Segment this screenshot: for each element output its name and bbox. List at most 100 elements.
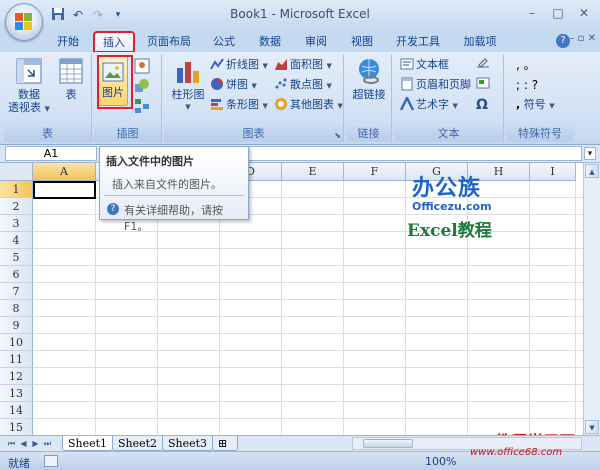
shapes-button[interactable] — [134, 78, 150, 96]
signature-line-button[interactable] — [476, 56, 490, 74]
tab-data[interactable]: 数据 — [250, 32, 290, 52]
other-charts-button[interactable]: 其他图表 ▼ — [274, 96, 343, 114]
scroll-up-icon[interactable]: ▲ — [585, 164, 599, 178]
zoom-level[interactable]: 100% — [425, 455, 456, 468]
row-header-12[interactable]: 12 — [0, 368, 33, 385]
first-sheet-icon[interactable]: ⏮ — [6, 438, 17, 449]
column-header-i[interactable]: I — [530, 163, 576, 181]
gridline-horizontal — [33, 401, 600, 402]
hyperlink-icon — [354, 56, 384, 86]
sheet-tab-1[interactable]: Sheet1 — [62, 436, 114, 451]
minimize-icon[interactable]: – — [520, 4, 544, 22]
object-button[interactable] — [476, 76, 490, 94]
column-header-f[interactable]: F — [344, 163, 406, 181]
wordart-icon — [399, 95, 415, 111]
column-header-a[interactable]: A — [33, 163, 96, 181]
window-title: Book1 - Microsoft Excel — [230, 7, 370, 21]
column-header-e[interactable]: E — [282, 163, 344, 181]
vertical-scrollbar[interactable]: ▲ ▼ — [583, 163, 600, 435]
row-header-13[interactable]: 13 — [0, 385, 33, 402]
tab-home[interactable]: 开始 — [46, 32, 90, 52]
active-cell[interactable] — [33, 181, 96, 199]
tab-review[interactable]: 审阅 — [296, 32, 336, 52]
scroll-down-icon[interactable]: ▼ — [585, 420, 599, 434]
dropdown-caret-icon: ▼ — [251, 82, 257, 90]
line-chart-label: 折线图 — [226, 58, 259, 71]
tab-add-ins[interactable]: 加载项 — [456, 32, 504, 52]
row-header-6[interactable]: 6 — [0, 266, 33, 283]
hyperlink-button[interactable]: 超链接 — [350, 56, 388, 101]
symbol-omega-icon[interactable]: Ω — [476, 96, 488, 114]
tab-formulas[interactable]: 公式 — [204, 32, 244, 52]
sheet-tab-2[interactable]: Sheet2 — [112, 436, 164, 451]
smartart-button[interactable] — [134, 98, 150, 116]
sheet-tab-3[interactable]: Sheet3 — [162, 436, 214, 451]
scatter-chart-button[interactable]: 散点图 ▼ — [274, 76, 332, 94]
office-logo-icon — [15, 13, 33, 31]
group-text: 文本框 页眉和页脚 艺术字 ▼ Ω 文本 — [394, 54, 504, 142]
header-footer-button[interactable]: 页眉和页脚 — [400, 76, 471, 94]
formula-bar: A1 fx ▾ — [0, 145, 600, 163]
row-header-5[interactable]: 5 — [0, 249, 33, 266]
symbol-button[interactable]: , 符号 ▼ — [516, 96, 555, 114]
expand-formula-bar-icon[interactable]: ▾ — [584, 147, 596, 160]
next-sheet-icon[interactable]: ▶ — [30, 438, 41, 449]
dialog-launcher-icon[interactable]: ⬊ — [334, 131, 341, 140]
row-header-15[interactable]: 15 — [0, 419, 33, 435]
textbox-label: 文本框 — [416, 58, 449, 71]
picture-button[interactable]: 图片 — [98, 56, 128, 106]
horizontal-scroll-thumb[interactable] — [363, 439, 413, 448]
group-illustrations: 图片 插图 — [94, 54, 162, 142]
formula-input[interactable] — [240, 146, 582, 161]
textbox-button[interactable]: 文本框 — [400, 56, 449, 74]
row-header-8[interactable]: 8 — [0, 300, 33, 317]
document-controls[interactable]: – ▫ ✕ — [569, 33, 596, 44]
symbol-row-1[interactable]: , 。 — [516, 56, 536, 74]
tab-insert[interactable]: 插入 — [93, 31, 135, 53]
symbol-row-2[interactable]: ; : ? — [516, 76, 538, 94]
insert-sheet-icon[interactable]: ⊞ — [212, 436, 238, 451]
maximize-icon[interactable]: □ — [546, 4, 570, 22]
name-box[interactable]: A1 — [5, 146, 97, 161]
gridline-horizontal — [33, 265, 600, 266]
brand-watermark-title: 办公族 — [412, 176, 482, 201]
help-icon[interactable]: ? — [556, 34, 570, 48]
row-header-3[interactable]: 3 — [0, 215, 33, 232]
pie-chart-button[interactable]: 饼图 ▼ — [210, 76, 257, 94]
row-header-9[interactable]: 9 — [0, 317, 33, 334]
select-all-corner[interactable] — [0, 163, 33, 181]
row-header-7[interactable]: 7 — [0, 283, 33, 300]
bar-chart-button[interactable]: 条形图 ▼ — [210, 96, 268, 114]
last-sheet-icon[interactable]: ⏭ — [42, 438, 53, 449]
tab-page-layout[interactable]: 页面布局 — [140, 32, 198, 52]
tooltip-title: 插入文件中的图片 — [106, 155, 194, 168]
row-header-11[interactable]: 11 — [0, 351, 33, 368]
row-header-2[interactable]: 2 — [0, 198, 33, 215]
prev-sheet-icon[interactable]: ◀ — [18, 438, 29, 449]
macro-record-icon[interactable] — [44, 455, 58, 467]
column-chart-button[interactable]: 柱形图 ▼ — [168, 56, 208, 114]
row-header-10[interactable]: 10 — [0, 334, 33, 351]
tab-developer[interactable]: 开发工具 — [388, 32, 448, 52]
row-header-14[interactable]: 14 — [0, 402, 33, 419]
row-header-1[interactable]: 1 — [0, 181, 33, 198]
wordart-button[interactable]: 艺术字 ▼ — [399, 95, 458, 114]
group-charts: 柱形图 ▼ 折线图 ▼ 饼图 ▼ 条形图 ▼ 面积图 ▼ 散点图 ▼ 其他图表 … — [164, 54, 344, 142]
tab-view[interactable]: 视图 — [342, 32, 382, 52]
line-chart-button[interactable]: 折线图 ▼ — [210, 56, 268, 74]
brand-watermark-url: Officezu.com — [412, 200, 492, 213]
row-header-4[interactable]: 4 — [0, 232, 33, 249]
dropdown-caret-icon: ▼ — [185, 103, 191, 111]
pivot-table-button[interactable]: 数据 透视表 ▼ — [8, 56, 50, 116]
group-special-symbols: , 。 ; : ? , 符号 ▼ 特殊符号 — [506, 54, 574, 142]
area-chart-button[interactable]: 面积图 ▼ — [274, 56, 332, 74]
close-icon[interactable]: ✕ — [572, 4, 596, 22]
gridline-horizontal — [33, 350, 600, 351]
gridline-horizontal — [33, 367, 600, 368]
area-chart-label: 面积图 — [290, 58, 323, 71]
table-button[interactable]: 表 — [54, 56, 88, 101]
clipart-button[interactable] — [134, 58, 150, 76]
group-label-tables: 表 — [4, 126, 91, 142]
office-button[interactable] — [5, 3, 43, 41]
help-icon: ? — [107, 203, 119, 215]
